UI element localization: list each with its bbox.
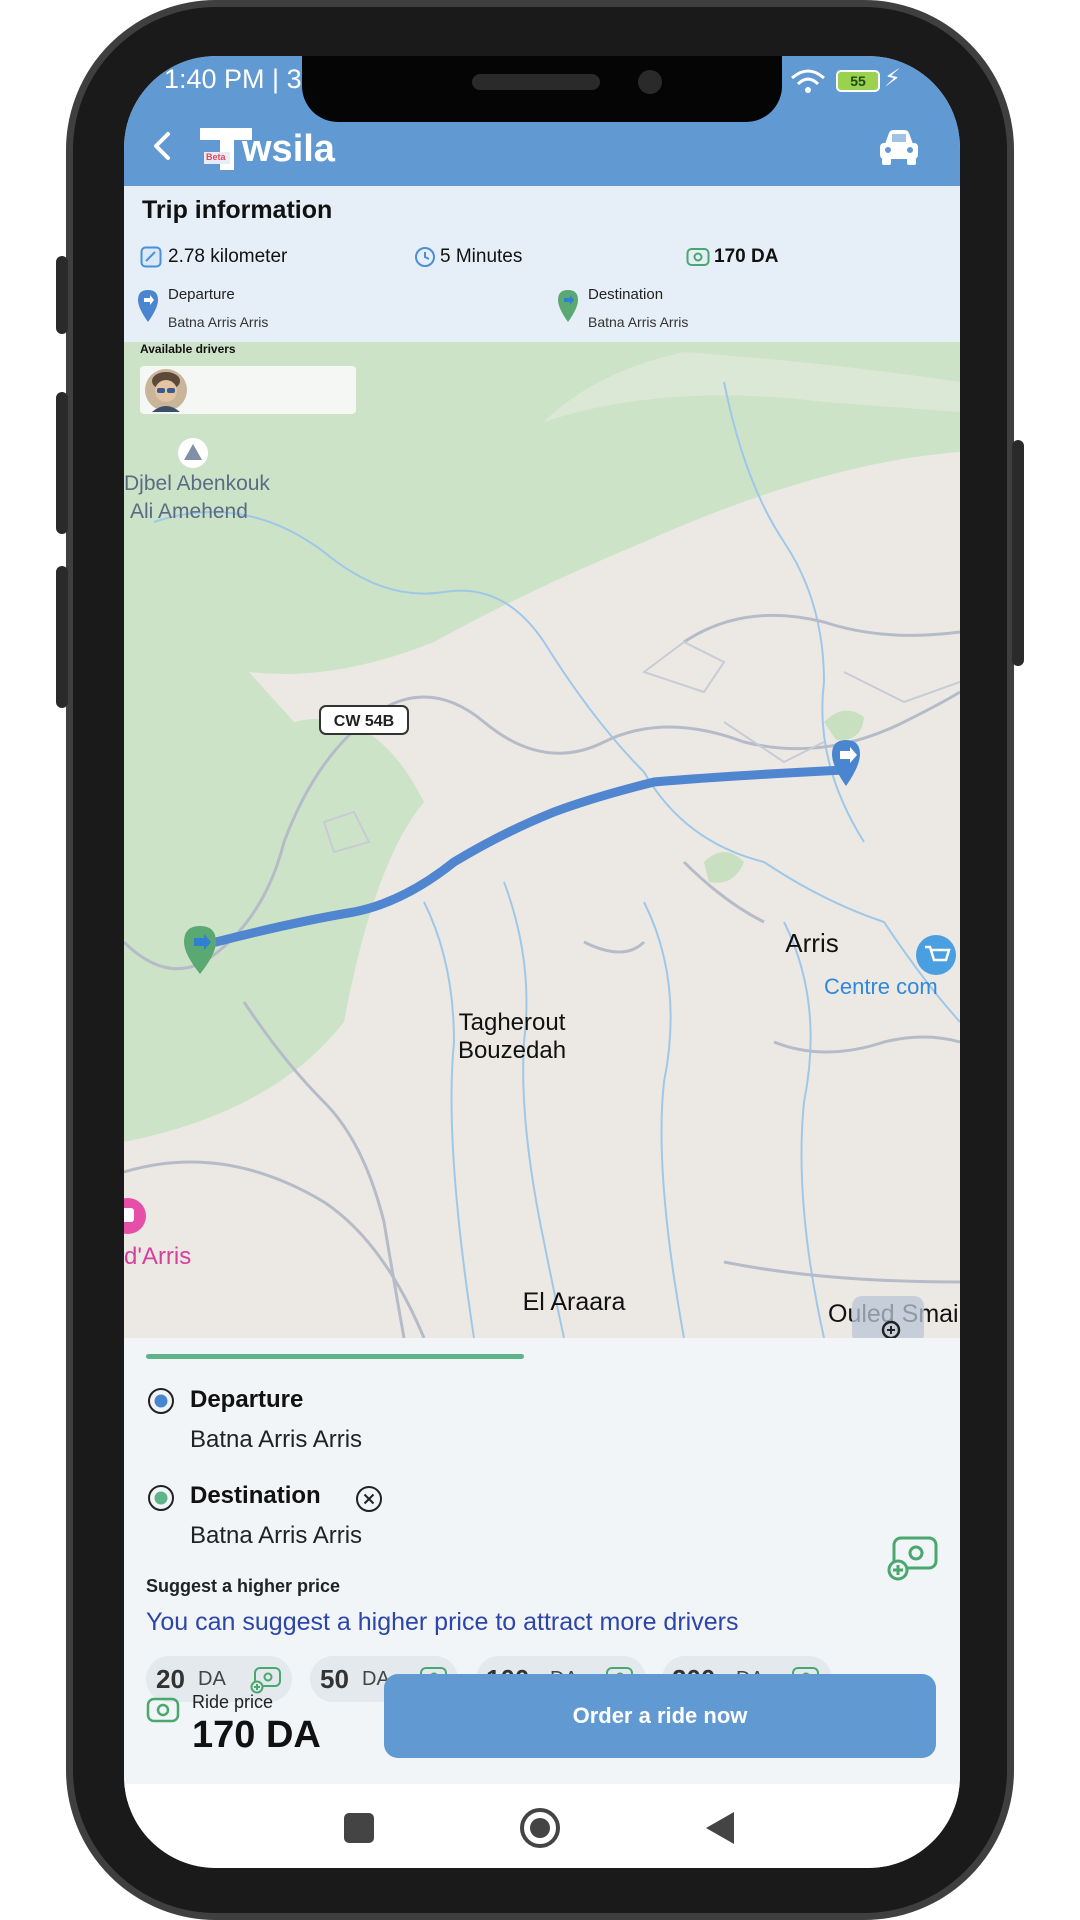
add-money-icon[interactable] [886, 1534, 940, 1582]
map-label-town: El Araara [523, 1288, 626, 1316]
destination-radio-icon[interactable] [146, 1483, 176, 1513]
departure-field-value[interactable]: Batna Arris Arris [190, 1426, 362, 1454]
suggest-price-text: You can suggest a higher price to attrac… [146, 1608, 739, 1636]
add-money-icon [250, 1667, 281, 1694]
ride-price-label: Ride price [192, 1692, 274, 1712]
front-camera [638, 70, 662, 94]
map-label-town: Tagherout [459, 1009, 566, 1036]
destination-field-title: Destination [190, 1482, 321, 1509]
app-logo: Beta wsila [200, 124, 335, 176]
clear-destination-icon[interactable] [354, 1484, 384, 1514]
departure-value: Batna Arris Arris [168, 314, 269, 330]
departure-radio-icon[interactable] [146, 1386, 176, 1416]
map-label-mountain: Ali Amehend [130, 500, 248, 523]
side-button [56, 256, 68, 334]
driver-avatar[interactable] [144, 368, 188, 412]
ride-price-value: 170 DA [192, 1714, 321, 1756]
mountain-icon [178, 438, 208, 468]
phone-screen: Djbel Abenkouk Ali Amehend CW 54B Tagher… [124, 56, 960, 1868]
destination-field-value[interactable]: Batna Arris Arris [190, 1522, 362, 1550]
clock-icon [415, 247, 435, 267]
back-arrow-icon[interactable] [144, 126, 184, 166]
battery-icon: 55 [836, 70, 880, 92]
trip-price: 170 DA [714, 246, 779, 267]
driver-card[interactable] [140, 366, 356, 414]
map-view[interactable]: Djbel Abenkouk Ali Amehend CW 54B Tagher… [124, 342, 960, 1338]
trip-distance: 2.78 kilometer [168, 246, 288, 267]
map-label-poi: Centre com [824, 974, 938, 999]
order-ride-button[interactable]: Order a ride now [384, 1674, 936, 1758]
available-drivers-label: Available drivers [140, 342, 236, 356]
departure-field-title: Departure [190, 1386, 304, 1413]
home-button[interactable] [520, 1808, 560, 1848]
trip-info-title: Trip information [142, 196, 333, 224]
shopping-cart-icon[interactable] [916, 935, 956, 975]
chip-currency: DA [198, 1668, 226, 1690]
road-label: CW 54B [334, 713, 394, 730]
side-button [1012, 440, 1024, 666]
recent-apps-button[interactable] [344, 1813, 374, 1843]
money-icon [146, 1697, 180, 1723]
destination-label: Destination [588, 286, 664, 303]
map-label-mountain: Djbel Abenkouk [124, 472, 270, 495]
departure-marker-icon [138, 290, 158, 322]
wifi-icon [791, 69, 825, 93]
speaker [472, 74, 600, 90]
chip-amount: 20 [156, 1664, 185, 1694]
home-button-dot [530, 1818, 550, 1838]
departure-label: Departure [168, 286, 235, 303]
battery-level: 55 [850, 73, 866, 89]
suggest-price-title: Suggest a higher price [146, 1576, 341, 1596]
logo-badge: Beta [206, 152, 226, 162]
zoom-button[interactable] [852, 1296, 924, 1338]
destination-marker-icon [558, 290, 578, 322]
money-icon [686, 248, 710, 266]
logo-text: wsila [242, 128, 335, 170]
chip-amount: 50 [320, 1664, 349, 1694]
map-label-town: Arris [785, 928, 838, 958]
side-button [56, 392, 68, 534]
map-label-town: Bouzedah [458, 1037, 566, 1064]
search-progress-bar [146, 1354, 524, 1359]
charging-icon: ⚡ [884, 65, 901, 92]
map-label-place: d'Arris [124, 1243, 191, 1270]
back-button-icon[interactable] [702, 1808, 738, 1848]
distance-icon [140, 246, 162, 268]
side-button [56, 566, 68, 708]
status-time: 1:40 PM | 3 [164, 64, 302, 94]
destination-value: Batna Arris Arris [588, 314, 689, 330]
trip-duration: 5 Minutes [440, 246, 523, 267]
car-icon[interactable] [876, 124, 922, 170]
